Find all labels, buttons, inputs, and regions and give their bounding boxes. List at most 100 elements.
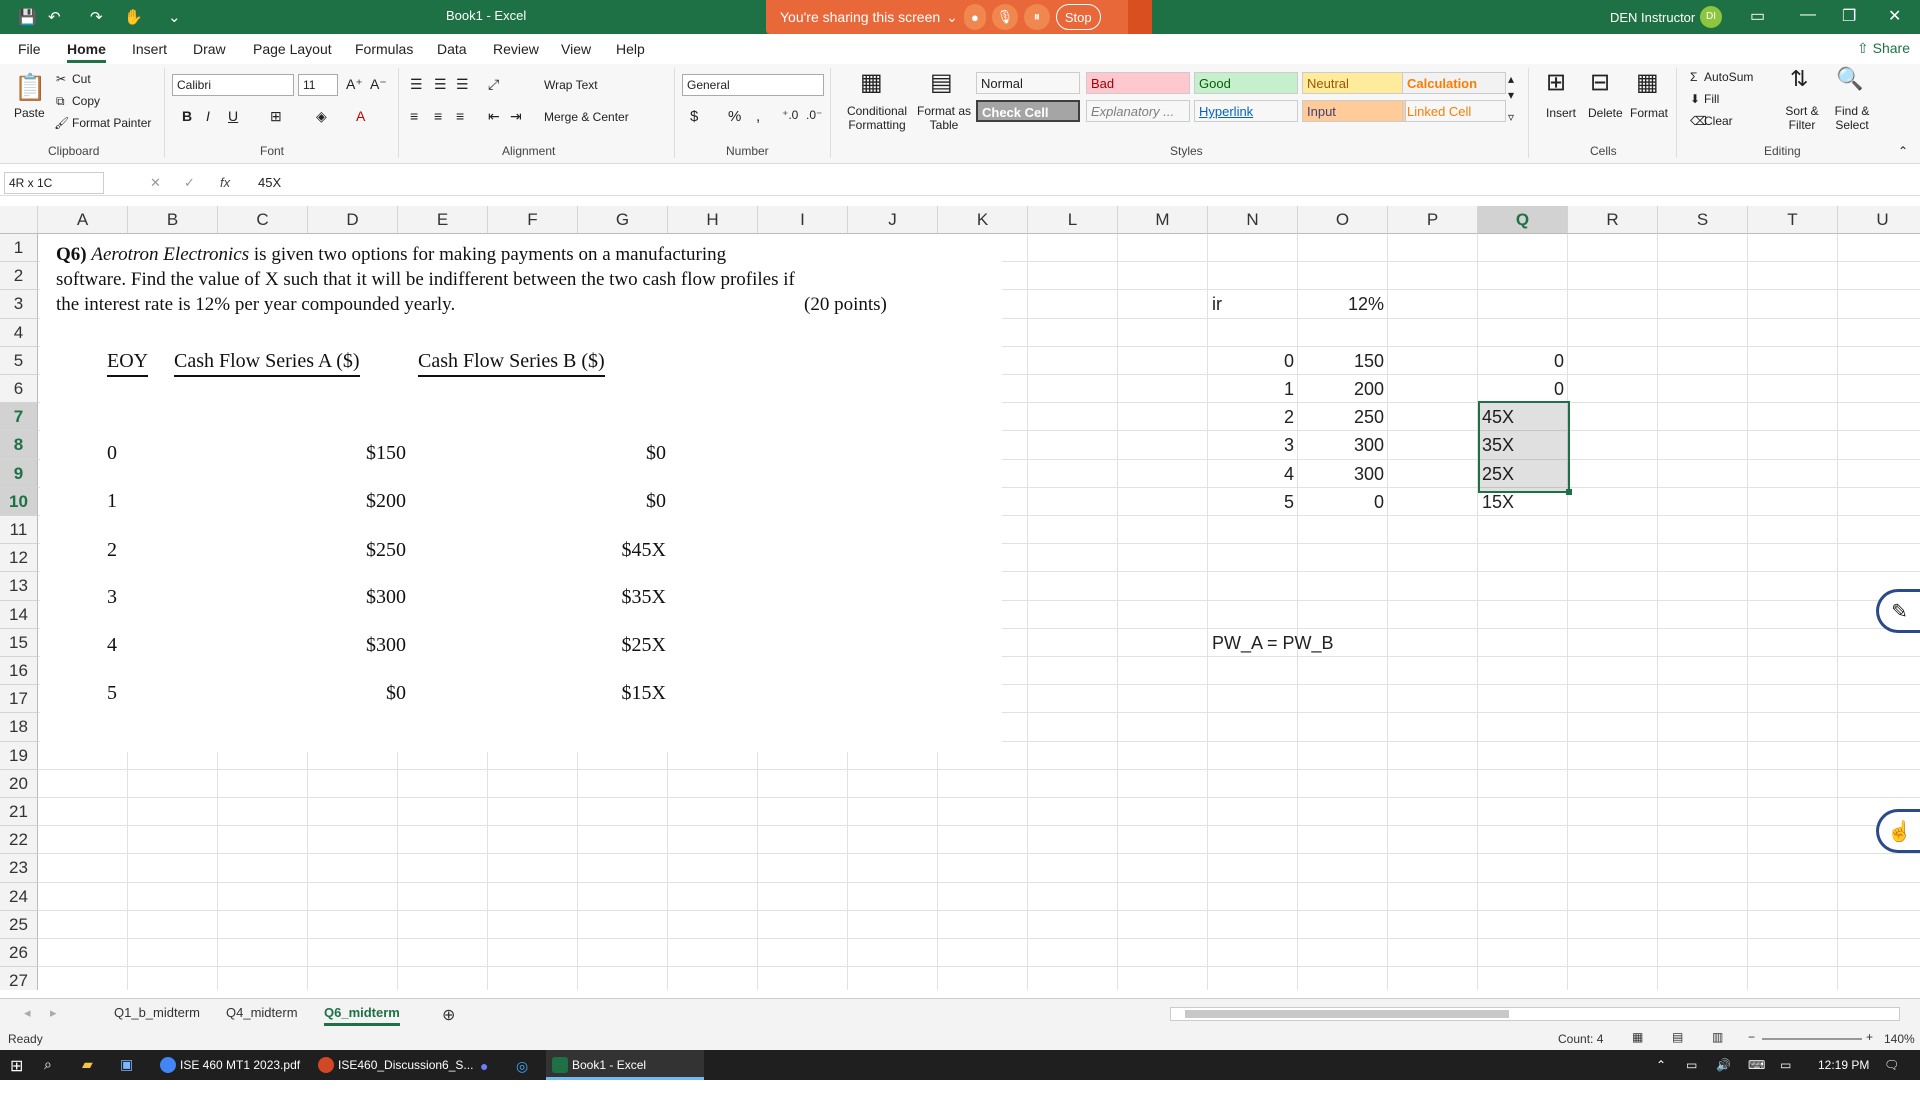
cancel-icon[interactable]: ✕ (150, 175, 161, 191)
fx-icon[interactable]: fx (220, 175, 230, 190)
insert-cells-icon[interactable]: ⊞ (1546, 68, 1566, 97)
column-header-f[interactable]: F (488, 206, 578, 234)
italic-icon[interactable]: I (206, 108, 210, 124)
percent-icon[interactable]: % (728, 108, 741, 125)
chevron-down-icon[interactable]: ⌄ (946, 9, 958, 26)
comma-icon[interactable]: , (756, 108, 760, 125)
pause-icon[interactable]: ⏸ (1023, 4, 1050, 30)
zoom-in-icon[interactable]: + (1866, 1030, 1873, 1044)
format-cells-icon[interactable]: ▦ (1636, 68, 1659, 97)
row-header-26[interactable]: 26 (0, 939, 38, 968)
style-bad[interactable]: Bad (1086, 72, 1190, 94)
align-bottom-icon[interactable]: ☰ (456, 76, 469, 93)
zoom-level[interactable]: 140% (1884, 1032, 1915, 1046)
notifications-icon[interactable]: 🗨 (1884, 1058, 1899, 1072)
sheet-tab-q1[interactable]: Q1_b_midterm (114, 1005, 200, 1020)
cell-o10[interactable]: 0 (1302, 492, 1384, 513)
undo-icon[interactable]: ↶ (48, 8, 61, 26)
cut-icon[interactable]: ✂ (56, 72, 66, 86)
row-header-1[interactable]: 1 (0, 234, 38, 263)
row-header-16[interactable]: 16 (0, 657, 38, 686)
row-header-12[interactable]: 12 (0, 544, 38, 573)
font-color-icon[interactable]: A (356, 108, 365, 124)
worksheet-grid[interactable]: A B C D E F G H I J K L M N O P Q R S T U 1 2 3 4 5 6 7 8 9 10 11 12 13 14… (0, 206, 1920, 990)
column-header-d[interactable]: D (308, 206, 398, 234)
taskbar-item-pdf[interactable]: ISE 460 MT1 2023.pdf ... (154, 1050, 304, 1102)
chat-app-icon[interactable]: ◎ (516, 1058, 528, 1075)
column-header-a[interactable]: A (38, 206, 128, 234)
row-header-18[interactable]: 18 (0, 713, 38, 742)
copy-button[interactable]: Copy (72, 94, 100, 108)
pen-tool-icon[interactable]: ✎ (1876, 589, 1920, 633)
menu-formulas[interactable]: Formulas (355, 41, 413, 57)
page-layout-icon[interactable]: ▤ (1672, 1030, 1683, 1044)
clock[interactable]: 12:19 PM (1818, 1058, 1869, 1072)
conditional-formatting-icon[interactable]: ▦ (860, 68, 883, 97)
cell-n3[interactable]: ir (1212, 294, 1294, 315)
record-icon[interactable]: ● (963, 4, 986, 30)
menu-view[interactable]: View (561, 41, 591, 57)
paste-icon[interactable]: 📋 (14, 72, 46, 103)
bold-icon[interactable]: B (182, 108, 192, 124)
copy-icon[interactable]: ⧉ (56, 94, 65, 109)
taskbar-item-ppt[interactable]: ISE460_Discussion6_S... (312, 1050, 473, 1080)
borders-icon[interactable]: ⊞ (270, 108, 282, 125)
scroll-thumb[interactable] (1185, 1010, 1509, 1018)
increase-indent-icon[interactable]: ⇥ (510, 108, 522, 125)
enter-icon[interactable]: ✓ (184, 175, 195, 191)
share-expand-button[interactable] (1128, 0, 1152, 34)
column-header-e[interactable]: E (398, 206, 488, 234)
row-header-6[interactable]: 6 (0, 375, 38, 404)
volume-icon[interactable]: 🔊 (1716, 1058, 1731, 1072)
currency-icon[interactable]: $ (690, 108, 698, 125)
avatar[interactable]: DI (1700, 6, 1722, 28)
menu-file[interactable]: File (18, 41, 41, 57)
cell-n6[interactable]: 1 (1212, 379, 1294, 400)
styles-more-icon[interactable]: ▿ (1508, 110, 1514, 124)
zoom-out-icon[interactable]: − (1748, 1030, 1755, 1044)
font-name-select[interactable]: Calibri (172, 74, 294, 96)
collapse-ribbon-icon[interactable]: ⌃ (1898, 144, 1908, 158)
cell-n9[interactable]: 4 (1212, 464, 1294, 485)
style-input[interactable]: Input (1302, 100, 1406, 122)
redo-icon[interactable]: ↷ (90, 8, 103, 26)
autosum-icon[interactable]: Σ (1690, 70, 1697, 84)
mic-icon[interactable]: 🎙 (991, 4, 1018, 30)
search-icon[interactable]: ⌕ (44, 1056, 52, 1073)
delete-cells-icon[interactable]: ⊟ (1590, 68, 1610, 97)
row-header-14[interactable]: 14 (0, 600, 38, 629)
row-header-8[interactable]: 8 (0, 431, 38, 460)
display-icon[interactable]: ▭ (1780, 1058, 1791, 1072)
font-size-select[interactable]: 11 (298, 74, 338, 96)
select-all-corner[interactable] (0, 206, 38, 234)
cell-n15[interactable]: PW_A = PW_B (1212, 633, 1334, 654)
format-painter-button[interactable]: Format Painter (72, 116, 151, 130)
stop-sharing-button[interactable]: Stop (1055, 4, 1101, 30)
column-header-b[interactable]: B (128, 206, 218, 234)
fill-handle[interactable] (1566, 489, 1572, 495)
format-table-button[interactable]: Format as Table (916, 104, 972, 132)
style-normal[interactable]: Normal (976, 72, 1080, 94)
align-middle-icon[interactable]: ☰ (434, 76, 447, 93)
cell-o6[interactable]: 200 (1302, 379, 1384, 400)
row-header-21[interactable]: 21 (0, 798, 38, 827)
row-header-2[interactable]: 2 (0, 262, 38, 291)
menu-home[interactable]: Home (67, 41, 106, 63)
prev-sheet-icon[interactable]: ◂ (24, 1005, 31, 1021)
row-header-9[interactable]: 9 (0, 459, 38, 488)
file-explorer-icon[interactable]: ▰ (82, 1056, 93, 1073)
network-icon[interactable]: ▭ (1686, 1058, 1697, 1072)
share-button[interactable]: ⇧ Share (1857, 40, 1910, 57)
sort-filter-icon[interactable]: ⇅ (1790, 66, 1808, 92)
styles-scroll-down-icon[interactable]: ▾ (1508, 88, 1514, 102)
align-left-icon[interactable]: ≡ (410, 108, 418, 124)
row-header-25[interactable]: 25 (0, 910, 38, 939)
column-header-o[interactable]: O (1298, 206, 1388, 234)
align-top-icon[interactable]: ☰ (410, 76, 423, 93)
next-sheet-icon[interactable]: ▸ (50, 1005, 57, 1021)
column-header-c[interactable]: C (218, 206, 308, 234)
meeting-app-icon[interactable]: ● (480, 1058, 488, 1074)
cell-o9[interactable]: 300 (1302, 464, 1384, 485)
row-header-27[interactable]: 27 (0, 967, 38, 990)
row-header-3[interactable]: 3 (0, 290, 38, 319)
